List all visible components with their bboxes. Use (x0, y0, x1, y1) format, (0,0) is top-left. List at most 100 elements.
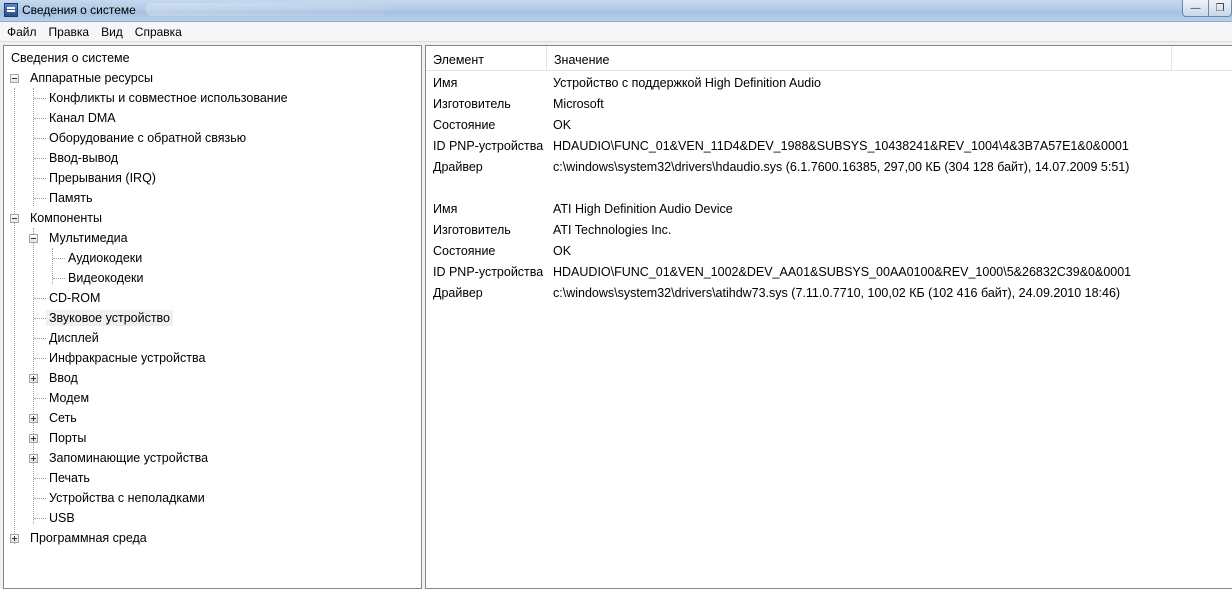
tree-item-sound-device[interactable]: Звуковое устройство (45, 308, 174, 328)
cell-item: Состояние (433, 118, 496, 132)
details-table-header: Элемент Значение (426, 46, 1232, 71)
tree-item-label: Устройства с неполадками (49, 491, 205, 505)
tree-connector-line (34, 98, 46, 99)
tree-item-usb[interactable]: USB (47, 508, 77, 528)
cell-item: Драйвер (433, 286, 483, 300)
tree-item-software-environment[interactable]: Программная среда (10, 528, 149, 548)
minimize-button[interactable]: — (1182, 0, 1208, 17)
cell-value: c:\windows\system32\drivers\hdaudio.sys … (553, 160, 1130, 174)
tree-item-label: Инфракрасные устройства (49, 351, 206, 365)
tree-item-problem-devices[interactable]: Устройства с неполадками (47, 488, 207, 508)
tree-item-label: Прерывания (IRQ) (49, 171, 156, 185)
tree-connector-line (34, 138, 46, 139)
tree-item-label: Дисплей (49, 331, 99, 345)
tree-item-ports[interactable]: Порты (29, 428, 88, 448)
column-header-filler (1172, 46, 1232, 70)
tree-item-dma[interactable]: Канал DMA (47, 108, 118, 128)
cell-item: Имя (433, 202, 458, 216)
collapse-icon[interactable] (10, 214, 19, 223)
tree-item-label: Ввод (49, 371, 78, 385)
collapse-icon[interactable] (10, 74, 19, 83)
tree-item-label: Компоненты (30, 211, 103, 225)
expand-icon[interactable] (29, 414, 38, 423)
tree-item-label: Запоминающие устройства (49, 451, 209, 465)
tree-item-label: Мультимедиа (49, 231, 128, 245)
title-bar-glass-reflection (146, 3, 386, 16)
cell-value: HDAUDIO\FUNC_01&VEN_1002&DEV_AA01&SUBSYS… (553, 265, 1132, 279)
cell-item: Имя (433, 76, 458, 90)
tree-item-infrared[interactable]: Инфракрасные устройства (47, 348, 207, 368)
cell-item: Изготовитель (433, 223, 511, 237)
tree-connector-line (34, 358, 46, 359)
cell-value: ATI Technologies Inc. (553, 223, 672, 237)
tree-connector-line (34, 118, 46, 119)
tree-connector-line (34, 318, 46, 319)
tree-connector-line (34, 298, 46, 299)
restore-button[interactable]: ❐ (1208, 0, 1232, 17)
expand-icon[interactable] (29, 374, 38, 383)
tree-item-video-codecs[interactable]: Видеокодеки (66, 268, 146, 288)
column-header-value[interactable]: Значение (547, 46, 1172, 70)
tree-item-label: Программная среда (30, 531, 147, 545)
tree-item-label: Звуковое устройство (45, 310, 174, 326)
tree-connector-line (53, 278, 65, 279)
tree-item-label: Видеокодеки (68, 271, 144, 285)
cell-item: Изготовитель (433, 97, 511, 111)
cell-value: Microsoft (553, 97, 604, 111)
expand-icon[interactable] (10, 534, 19, 543)
tree-item-label: Аудиокодеки (68, 251, 143, 265)
tree-item-modem[interactable]: Модем (47, 388, 91, 408)
cell-value: HDAUDIO\FUNC_01&VEN_11D4&DEV_1988&SUBSYS… (553, 139, 1129, 153)
tree-item-input[interactable]: Ввод (29, 368, 80, 388)
tree-item-label: Ввод-вывод (49, 151, 119, 165)
category-tree-pane[interactable]: Сведения о системе Аппаратные ресурсы Ко… (3, 45, 422, 589)
window-controls: — ❐ (1182, 0, 1232, 18)
menu-view[interactable]: Вид (95, 25, 129, 39)
menu-file[interactable]: Файл (0, 25, 43, 39)
expand-icon[interactable] (29, 434, 38, 443)
tree-item-printing[interactable]: Печать (47, 468, 92, 488)
tree-item-label: Аппаратные ресурсы (30, 71, 153, 85)
tree-item-multimedia[interactable]: Мультимедиа (29, 228, 130, 248)
tree-item-label: Канал DMA (49, 111, 116, 125)
tree-item-label: Сеть (49, 411, 77, 425)
expand-icon[interactable] (29, 454, 38, 463)
menu-edit[interactable]: Правка (43, 25, 96, 39)
tree-connector-line (34, 178, 46, 179)
tree-connector-line (34, 398, 46, 399)
tree-item-display[interactable]: Дисплей (47, 328, 101, 348)
tree-item-io[interactable]: Ввод-вывод (47, 148, 120, 168)
tree-item-cd-rom[interactable]: CD-ROM (47, 288, 102, 308)
collapse-icon[interactable] (29, 234, 38, 243)
tree-connector-line (34, 158, 46, 159)
cell-item: ID PNP-устройства (433, 139, 544, 153)
cell-value: c:\windows\system32\drivers\atihdw73.sys… (553, 286, 1121, 300)
minimize-icon: — (1190, 2, 1201, 14)
tree-item-hardware-resources[interactable]: Аппаратные ресурсы (10, 68, 155, 88)
tree-item-forced-hardware[interactable]: Оборудование с обратной связью (47, 128, 248, 148)
tree-connector-line (53, 258, 65, 259)
tree-item-conflicts-sharing[interactable]: Конфликты и совместное использование (47, 88, 290, 108)
window-title: Сведения о системе (22, 3, 136, 17)
cell-item: Драйвер (433, 160, 483, 174)
title-bar[interactable]: Сведения о системе — ❐ (0, 0, 1232, 22)
cell-value: OK (553, 118, 572, 132)
cell-item: ID PNP-устройства (433, 265, 544, 279)
details-pane[interactable]: Элемент Значение Имя Устройство с поддерж… (425, 45, 1232, 589)
tree-item-storage[interactable]: Запоминающие устройства (29, 448, 210, 468)
tree-item-system-summary[interactable]: Сведения о системе (9, 48, 132, 68)
tree-item-components[interactable]: Компоненты (10, 208, 104, 228)
tree-connector-line (34, 518, 46, 519)
tree-item-audio-codecs[interactable]: Аудиокодеки (66, 248, 144, 268)
tree-item-label: Оборудование с обратной связью (49, 131, 247, 145)
tree-item-irq[interactable]: Прерывания (IRQ) (47, 168, 158, 188)
tree-item-network[interactable]: Сеть (29, 408, 79, 428)
tree-item-label: CD-ROM (49, 291, 101, 305)
cell-item: Состояние (433, 244, 496, 258)
system-info-app-icon (4, 3, 18, 17)
column-header-item[interactable]: Элемент (426, 46, 547, 70)
menu-help[interactable]: Справка (129, 25, 188, 39)
tree-item-label: Конфликты и совместное использование (49, 91, 288, 105)
tree-item-memory[interactable]: Память (47, 188, 95, 208)
tree-connector-line (34, 478, 46, 479)
